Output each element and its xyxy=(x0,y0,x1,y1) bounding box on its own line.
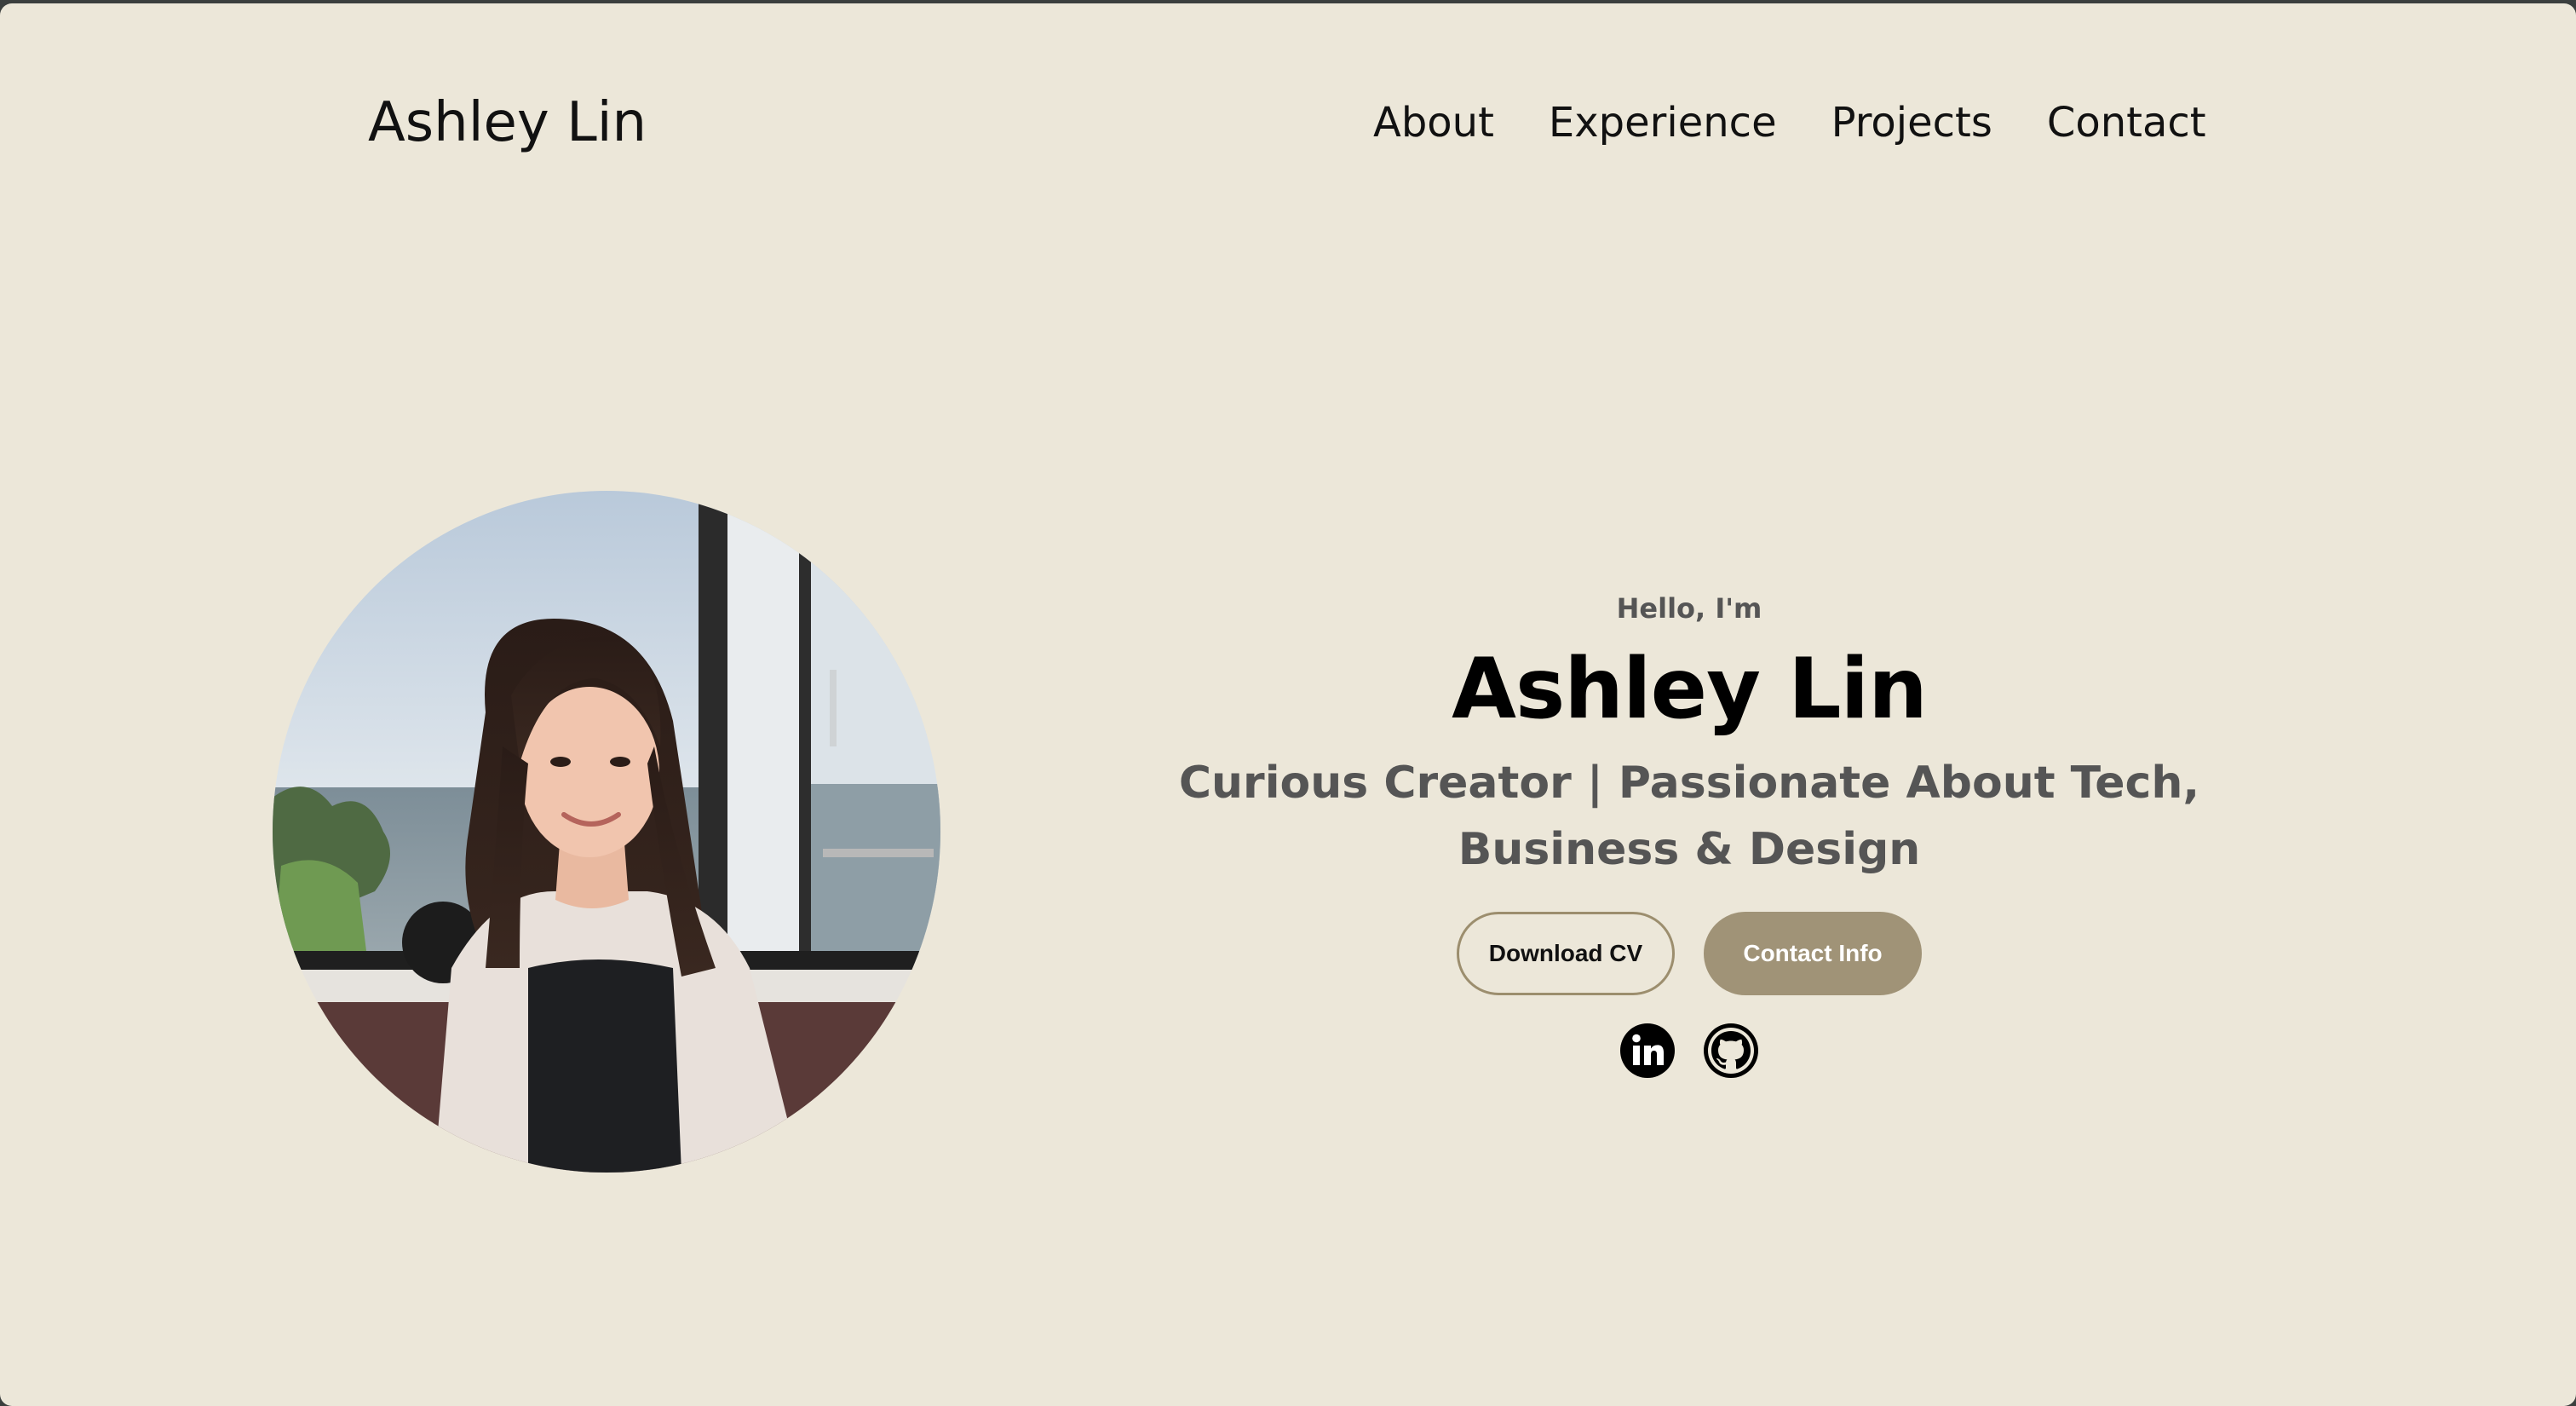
nav-link-about[interactable]: About xyxy=(1373,99,1494,147)
nav-link-projects[interactable]: Projects xyxy=(1831,99,1992,147)
hero-name: Ashley Lin xyxy=(1452,641,1928,738)
site-logo[interactable]: Ashley Lin xyxy=(368,89,647,157)
nav-item-projects: Projects xyxy=(1831,92,1992,153)
main-nav: About Experience Projects Contact xyxy=(1373,92,2206,153)
hero-tagline: Curious Creator | Passionate About Tech,… xyxy=(1178,758,2200,875)
nav-item-experience: Experience xyxy=(1549,92,1777,153)
download-cv-button[interactable]: Download CV xyxy=(1457,912,1675,995)
profile-photo xyxy=(273,491,940,1173)
hero-section: Hello, I'm Ashley Lin Curious Creator | … xyxy=(1090,583,2288,1079)
hero-greeting: Hello, I'm xyxy=(1616,592,1762,625)
github-icon[interactable] xyxy=(1703,1023,1759,1079)
nav-item-contact: Contact xyxy=(2047,92,2206,153)
browser-page: Ashley Lin About Experience Projects Con… xyxy=(0,3,2576,1406)
linkedin-icon[interactable] xyxy=(1619,1023,1676,1079)
nav-link-contact[interactable]: Contact xyxy=(2047,99,2206,147)
nav-item-about: About xyxy=(1373,92,1494,153)
nav-link-experience[interactable]: Experience xyxy=(1549,99,1777,147)
contact-info-button[interactable]: Contact Info xyxy=(1704,912,1922,995)
social-links xyxy=(1090,1023,2288,1079)
hero-buttons: Download CV Contact Info xyxy=(1090,912,2288,995)
